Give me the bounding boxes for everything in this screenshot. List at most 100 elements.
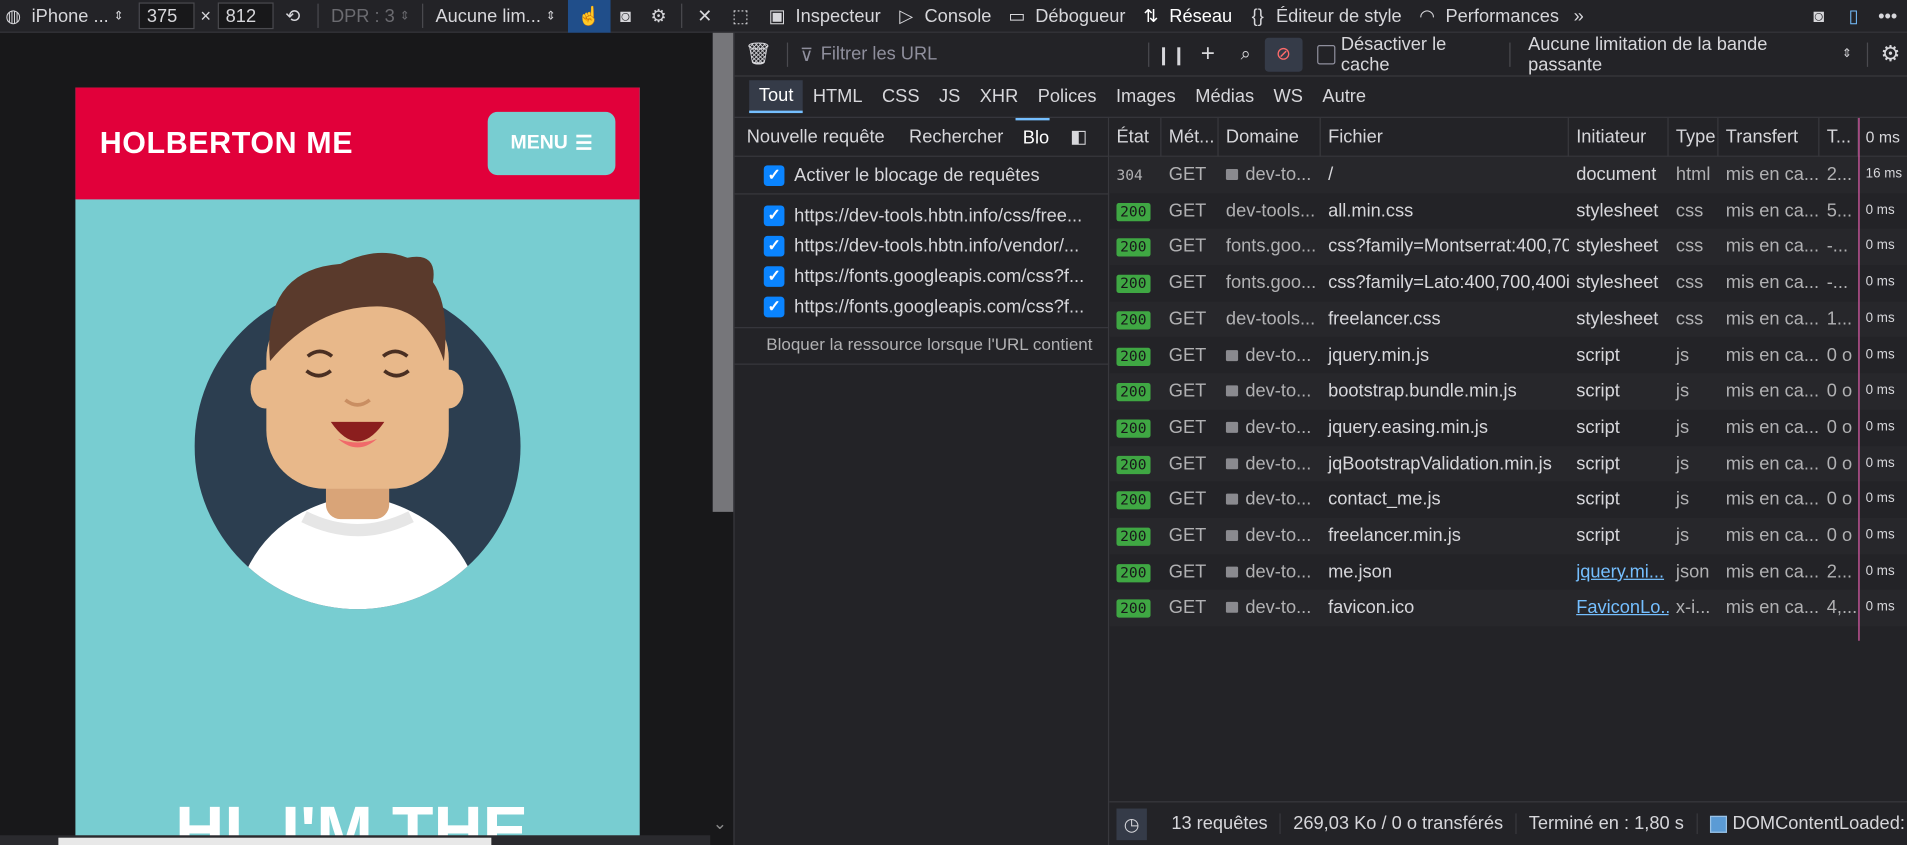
column-size[interactable]: T...	[1819, 117, 1859, 157]
checkbox-checked[interactable]: ✓	[763, 265, 785, 287]
blocked-url-item[interactable]: ✓ https://fonts.googleapis.com/css?f...	[763, 263, 1084, 290]
touch-simulation-button[interactable]: ☝	[568, 0, 611, 33]
table-row[interactable]: 200 GET dev-to... freelancer.min.js script js…	[1109, 517, 1907, 555]
request-blocking-button[interactable]: ⊘	[1264, 37, 1303, 72]
initiator-link[interactable]: FaviconLo...	[1576, 597, 1668, 618]
table-row[interactable]: 200 GET dev-to... me.json jquery.mi... json mi…	[1109, 554, 1907, 590]
cell-transfer: mis en ca...	[1725, 597, 1820, 619]
table-row[interactable]: 200 GET dev-to... jquery.min.js script js mis …	[1109, 337, 1907, 373]
clear-requests-button[interactable]: 🗑	[735, 41, 782, 67]
overflow-menu-button[interactable]: •••	[1868, 0, 1907, 32]
filter-html[interactable]: HTML	[803, 81, 872, 111]
column-domain[interactable]: Domaine	[1219, 117, 1321, 157]
blocked-url-item[interactable]: ✓ https://fonts.googleapis.com/css?f...	[763, 293, 1085, 320]
filter-js[interactable]: JS	[929, 81, 970, 111]
column-status[interactable]: État	[1109, 117, 1162, 157]
filter-images[interactable]: Images	[1106, 81, 1185, 111]
viewport-height-input[interactable]: 812	[217, 2, 274, 30]
filter-ws[interactable]: WS	[1264, 81, 1313, 111]
cell-domain: dev-tools...	[1219, 301, 1321, 337]
filter-xhr[interactable]: XHR	[970, 81, 1028, 111]
table-row[interactable]: 200 GET dev-tools... freelancer.css styleshe…	[1109, 301, 1907, 338]
checkbox-checked[interactable]: ✓	[763, 164, 785, 186]
throttle-selector[interactable]: Aucune lim... ⇕	[428, 0, 563, 32]
block-url-input[interactable]: Bloquer la ressource lorsque l'URL conti…	[766, 334, 1092, 353]
lock-icon	[1225, 566, 1239, 578]
status-badge: 200	[1116, 599, 1151, 619]
checkbox-checked[interactable]: ✓	[763, 296, 785, 317]
tab-style-editor[interactable]: {} Éditeur de style	[1239, 0, 1409, 32]
table-row[interactable]: 200 GET dev-to... favicon.ico FaviconLo... x-…	[1109, 590, 1907, 627]
close-rdm-button[interactable]: ✕	[688, 0, 723, 32]
performance-button[interactable]: ◷	[1116, 807, 1147, 840]
new-request-button[interactable]: +	[1189, 40, 1227, 68]
table-row[interactable]: 200 GET dev-to... jqBootstrapValidation.min…	[1109, 445, 1907, 482]
menu-button[interactable]: MENU ☰	[487, 111, 616, 176]
column-transfer[interactable]: Transfert	[1718, 117, 1820, 157]
table-row[interactable]: 304 GET dev-to... / document html mis en ca...…	[1109, 156, 1907, 193]
viewport-scrollbar[interactable]	[710, 32, 734, 845]
tab-inspector[interactable]: ▣ Inspecteur	[759, 0, 888, 32]
tab-blocking[interactable]: Blo	[1015, 117, 1050, 156]
scrollbar-thumb[interactable]	[712, 32, 734, 512]
filter-fonts[interactable]: Polices	[1028, 81, 1106, 111]
device-selector[interactable]: ◍ iPhone ... ⇕	[0, 0, 131, 32]
chevron-down-icon[interactable]: ⌄	[713, 813, 727, 834]
blocked-url-item[interactable]: ✓ https://dev-tools.hbtn.info/css/free..…	[763, 202, 1082, 229]
collapse-panel-button[interactable]: ◧	[1070, 125, 1087, 147]
filter-urls-field[interactable]: ⊽ Filtrer les URL	[793, 43, 1143, 65]
column-waterfall[interactable]: 0 ms	[1858, 118, 1907, 157]
filter-css[interactable]: CSS	[872, 81, 929, 111]
table-row[interactable]: 200 GET fonts.goo... css?family=Montserrat:…	[1109, 229, 1907, 266]
filter-media[interactable]: Médias	[1186, 81, 1264, 111]
search-button[interactable]: ⌕	[1227, 44, 1265, 65]
checkbox-checked[interactable]: ✓	[763, 204, 785, 226]
tab-network[interactable]: ⇅ Réseau	[1133, 0, 1240, 32]
table-row[interactable]: 200 GET dev-to... bootstrap.bundle.min.js sc…	[1109, 373, 1907, 410]
enable-blocking-toggle[interactable]: ✓ Activer le blocage de requêtes	[763, 162, 1040, 189]
blocked-url-text: https://fonts.googleapis.com/css?f...	[794, 296, 1085, 317]
tab-new-request[interactable]: Nouvelle requête	[735, 126, 897, 147]
filter-other[interactable]: Autre	[1313, 81, 1376, 111]
column-method[interactable]: Mét...	[1161, 117, 1219, 157]
cell-initiator: script	[1576, 489, 1620, 510]
initiator-link[interactable]: jquery.mi...	[1576, 561, 1664, 582]
table-row[interactable]: 200 GET dev-tools... all.min.css stylesheet c…	[1109, 193, 1907, 229]
horizontal-scrollbar[interactable]	[0, 835, 711, 845]
column-type[interactable]: Type	[1669, 117, 1719, 157]
site-brand[interactable]: HOLBERTON ME	[100, 126, 353, 161]
more-tabs-button[interactable]: »	[1566, 0, 1591, 32]
column-initiator[interactable]: Initiateur	[1569, 117, 1669, 157]
screenshot-button[interactable]: ◙	[610, 0, 640, 32]
scrollbar-thumb[interactable]	[58, 837, 492, 845]
dpr-selector[interactable]: DPR : 3 ⇕	[324, 0, 418, 32]
filter-all[interactable]: Tout	[749, 80, 804, 114]
tab-search[interactable]: Rechercher	[897, 126, 1016, 147]
checkbox[interactable]	[1317, 44, 1336, 64]
checkbox-checked[interactable]: ✓	[763, 235, 785, 256]
blocked-url-item[interactable]: ✓ https://dev-tools.hbtn.info/vendor/...	[763, 232, 1079, 259]
status-badge: 200	[1116, 238, 1151, 258]
element-picker-button[interactable]: ⬚	[722, 0, 759, 32]
cell-type: css	[1675, 272, 1704, 294]
viewport-width-input[interactable]: 375	[138, 2, 195, 30]
filter-urls-input[interactable]: Filtrer les URL	[821, 44, 938, 65]
throttling-select[interactable]: Aucune limitation de la bande passante ⇕	[1528, 33, 1852, 74]
table-row[interactable]: 200 GET dev-to... jquery.easing.min.js scrip…	[1109, 410, 1907, 446]
tab-console[interactable]: ▷ Console	[888, 0, 999, 32]
table-row[interactable]: 200 GET fonts.goo... css?family=Lato:400,70…	[1109, 265, 1907, 301]
column-file[interactable]: Fichier	[1321, 117, 1569, 157]
cell-time: 0 ms	[1865, 491, 1895, 507]
divider	[734, 363, 1110, 365]
settings-button[interactable]: ⚙	[641, 0, 677, 32]
network-settings-button[interactable]: ⚙	[1873, 41, 1907, 67]
disable-cache-toggle[interactable]: Désactiver le cache	[1317, 33, 1495, 75]
tab-debugger[interactable]: ▭ Débogueur	[999, 0, 1133, 32]
tab-performance[interactable]: ◠ Performances	[1409, 0, 1566, 32]
tab-inspector-label: Inspecteur	[795, 5, 881, 27]
rotate-button[interactable]: ⟲	[273, 0, 313, 32]
pause-button[interactable]: ❙❙	[1154, 43, 1189, 65]
table-row[interactable]: 200 GET dev-to... contact_me.js script js mis …	[1109, 482, 1907, 518]
responsive-mode-button[interactable]: ▯	[1839, 0, 1869, 32]
screenshot-node-button[interactable]: ◙	[1799, 0, 1839, 32]
